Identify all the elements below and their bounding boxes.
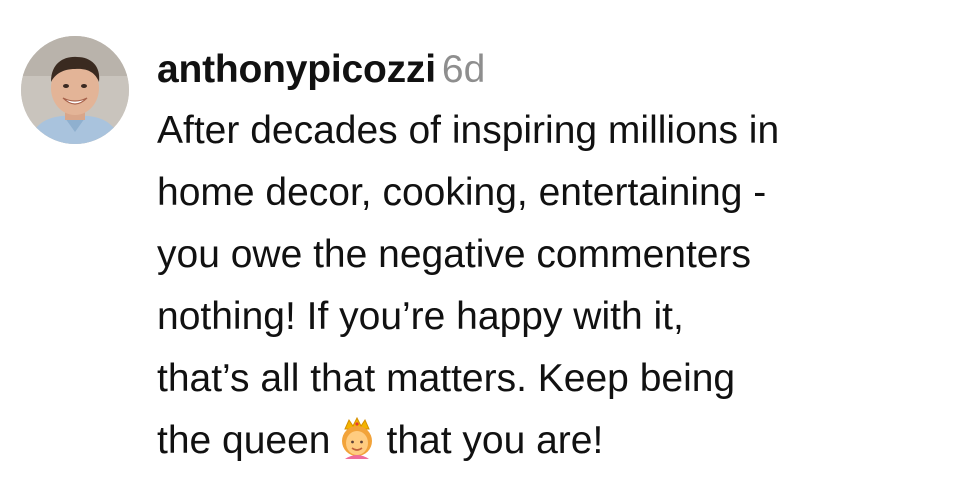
timestamp[interactable]: 6d xyxy=(442,48,485,91)
princess-crown-emoji-icon xyxy=(337,416,377,459)
comment-item: anthonypicozzi 6d After decades of inspir… xyxy=(0,0,980,493)
comment-text-last-line: the queen that you are! xyxy=(157,410,967,472)
comment-body: anthonypicozzi 6d After decades of inspir… xyxy=(157,44,967,472)
avatar[interactable] xyxy=(21,36,129,144)
comment-text-line: nothing! If you’re happy with it, xyxy=(157,295,684,338)
comment-text-line: that’s all that matters. Keep being xyxy=(157,357,736,400)
comment-text-segment: the queen xyxy=(157,419,331,462)
comment-header: anthonypicozzi 6d xyxy=(157,44,967,96)
comment-text-line: you owe the negative commenters xyxy=(157,233,751,276)
comment-text-line: home decor, cooking, entertaining - xyxy=(157,171,767,214)
comment-text: After decades of inspiring millions in h… xyxy=(157,100,967,472)
avatar-photo xyxy=(21,36,129,144)
username-link[interactable]: anthonypicozzi xyxy=(157,48,436,91)
comment-text-segment: that you are! xyxy=(386,419,604,462)
comment-text-line: After decades of inspiring millions in xyxy=(157,109,780,152)
